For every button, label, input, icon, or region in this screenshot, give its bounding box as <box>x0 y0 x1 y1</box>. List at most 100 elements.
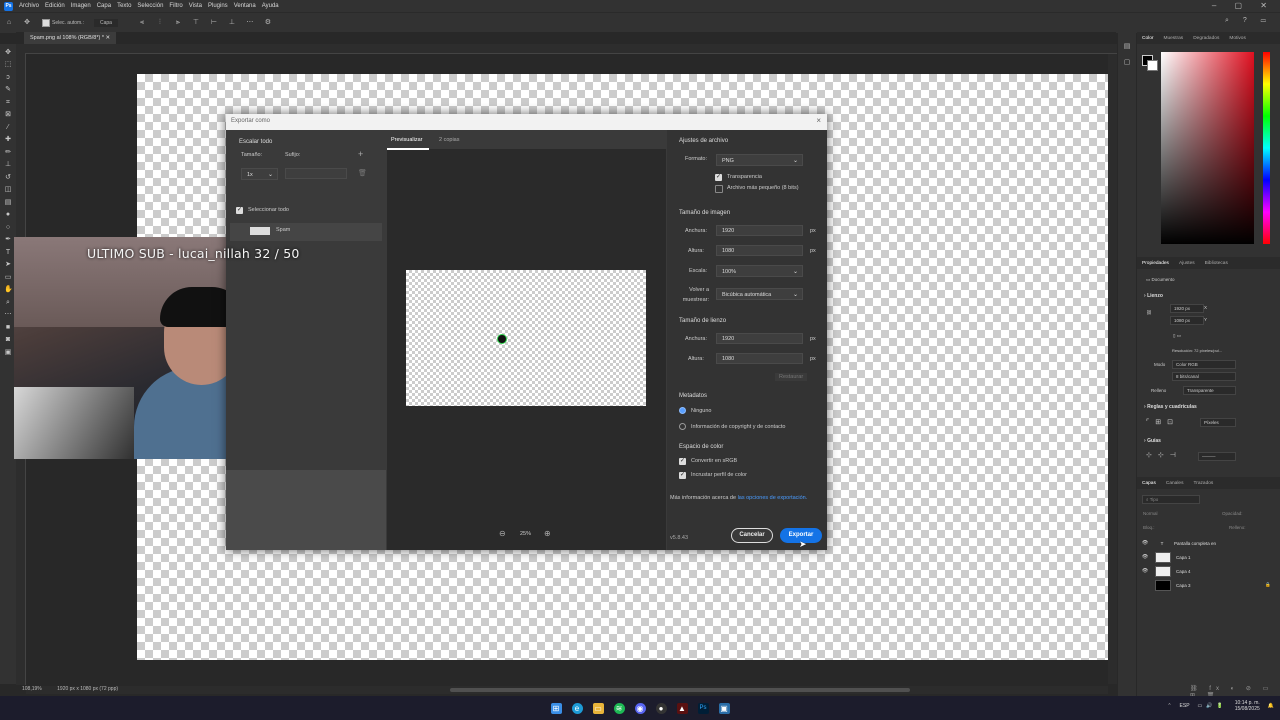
align-middle-icon[interactable]: ⊢ <box>210 19 218 27</box>
guides-section[interactable]: › Guías <box>1144 438 1161 444</box>
tab-swatches[interactable]: Muestras <box>1158 36 1188 41</box>
layer-row[interactable]: 👁 Capa 1 <box>1140 550 1275 564</box>
desktop-app-icon[interactable]: ▣ <box>718 702 730 714</box>
fill-select[interactable]: Transparente <box>1183 386 1236 395</box>
mode-select[interactable]: Color RGB <box>1172 360 1236 369</box>
rulers-grid-section[interactable]: › Reglas y cuadrículas <box>1144 404 1197 410</box>
resample-select[interactable]: Bicúbica automática ⌄ <box>716 288 803 300</box>
delete-scale-icon[interactable]: 🗑 <box>358 169 367 177</box>
lasso-icon[interactable]: ↄ <box>4 74 12 82</box>
tab-color[interactable]: Color <box>1137 36 1158 41</box>
canvas-height-field[interactable]: 1080 px <box>1170 316 1204 325</box>
canvas-width-field[interactable]: 1920 px <box>1170 304 1204 313</box>
screen-mode-icon[interactable]: ▣ <box>4 349 12 357</box>
zoom-icon[interactable]: ⌕ <box>4 299 12 307</box>
tab-channels[interactable]: Canales <box>1161 481 1189 486</box>
menu-plugins[interactable]: Plugins <box>208 3 228 9</box>
stamp-icon[interactable]: ⊥ <box>4 161 12 169</box>
image-height-input[interactable]: 1080 <box>716 245 803 256</box>
blur-icon[interactable]: ● <box>4 211 12 219</box>
tray-chevron-icon[interactable]: ⌃ <box>1167 703 1171 709</box>
settings-gear-icon[interactable]: ⚙ <box>264 19 272 27</box>
tab-patterns[interactable]: Motivos <box>1224 36 1251 41</box>
foreground-color-icon[interactable]: ■ <box>4 324 12 332</box>
menu-seleccion[interactable]: Selección <box>137 3 163 9</box>
tab-copies[interactable]: 2 copias <box>439 137 460 143</box>
eraser-icon[interactable]: ◫ <box>4 186 12 194</box>
tab-libraries[interactable]: Bibliotecas <box>1200 261 1233 266</box>
brush-icon[interactable]: ✏ <box>4 149 12 157</box>
file-explorer-icon[interactable]: ▭ <box>592 702 604 714</box>
convert-srgb-checkbox[interactable]: ✓ <box>679 458 686 465</box>
document-tab[interactable]: Spam.png al 108% (RGB/8*) * ✕ <box>24 32 117 44</box>
hand-icon[interactable]: ✋ <box>4 286 13 294</box>
close-tab-icon[interactable]: ✕ <box>106 35 111 41</box>
obs-icon[interactable]: ● <box>655 702 667 714</box>
guide-icons[interactable]: ⊹⊹⊣ <box>1146 451 1182 459</box>
bit-depth-select[interactable]: 8 bits/canal <box>1172 372 1236 381</box>
horizontal-scroll-thumb[interactable] <box>450 688 910 692</box>
menu-imagen[interactable]: Imagen <box>71 3 91 9</box>
vertical-scrollbar[interactable] <box>1108 54 1117 684</box>
language-indicator[interactable]: ESP <box>1180 703 1190 709</box>
orientation-icons[interactable]: ▯ ▭ <box>1173 333 1181 339</box>
tab-properties[interactable]: Propiedades <box>1137 261 1174 266</box>
dialog-close-icon[interactable]: × <box>816 116 821 125</box>
layer-select-dropdown[interactable]: Capa <box>93 19 118 27</box>
quick-select-icon[interactable]: ✎ <box>4 86 12 94</box>
eyedropper-icon[interactable]: ⁄ <box>4 124 12 132</box>
scale-percent-select[interactable]: 100% ⌄ <box>716 265 803 277</box>
layer-row[interactable]: 👁 Capa 4 <box>1140 564 1275 578</box>
background-swatch[interactable] <box>1147 60 1158 71</box>
type-icon[interactable]: T <box>4 249 12 257</box>
color-field[interactable] <box>1161 52 1254 244</box>
scale-select[interactable]: 1x ⌄ <box>241 168 278 180</box>
auto-select-checkbox[interactable] <box>42 19 50 27</box>
windows-start-icon[interactable]: ⊞ <box>550 702 562 714</box>
more-options-icon[interactable]: ⋯ <box>246 19 254 27</box>
zoom-level[interactable]: 108,19% <box>22 686 42 692</box>
marquee-icon[interactable]: ⬚ <box>4 61 12 69</box>
window-controls[interactable]: – ▢ ✕ <box>1212 1 1275 10</box>
align-right-icon[interactable]: ⫸ <box>174 19 182 27</box>
hue-slider[interactable] <box>1263 52 1270 244</box>
menu-texto[interactable]: Texto <box>117 3 131 9</box>
top-right-icons[interactable]: ⌕ ? ▭ <box>1225 17 1272 25</box>
export-options-link[interactable]: las opciones de exportación. <box>738 495 808 501</box>
align-bottom-icon[interactable]: ⊥ <box>228 19 236 27</box>
spotify-icon[interactable]: ≋ <box>613 702 625 714</box>
smaller-file-checkbox[interactable] <box>715 185 723 193</box>
menu-ventana[interactable]: Ventana <box>234 3 256 9</box>
move-tool-icon[interactable]: ✥ <box>23 19 31 27</box>
tab-preview[interactable]: Previsualizar <box>391 137 422 143</box>
transparency-checkbox[interactable]: ✓ <box>715 174 722 181</box>
tab-gradients[interactable]: Degradados <box>1188 36 1224 41</box>
more-tools-icon[interactable]: ⋯ <box>4 311 12 319</box>
history-icon[interactable]: ▤ <box>1118 42 1136 50</box>
menu-filtro[interactable]: Filtro <box>169 3 182 9</box>
asset-row[interactable]: Spam <box>230 223 382 241</box>
move-icon[interactable]: ✥ <box>4 49 12 57</box>
notification-bell-icon[interactable]: 🔔 <box>1268 703 1274 709</box>
image-width-input[interactable]: 1920 <box>716 225 803 236</box>
visibility-eye-icon[interactable]: 👁 <box>1140 568 1150 574</box>
align-left-icon[interactable]: ⫷ <box>138 19 146 27</box>
menu-vista[interactable]: Vista <box>189 3 202 9</box>
guide-style-select[interactable]: ——— <box>1198 452 1236 461</box>
suffix-input[interactable] <box>285 168 347 179</box>
gradient-icon[interactable]: ▤ <box>4 199 12 207</box>
align-center-icon[interactable]: ⫶ <box>156 19 164 27</box>
clock[interactable]: 10:14 p. m. 15/08/2025 <box>1235 700 1260 712</box>
photoshop-logo-icon[interactable]: Ps <box>4 1 13 11</box>
canvas-section[interactable]: › Lienzo <box>1144 293 1163 299</box>
reset-button[interactable]: Restaurar <box>775 373 808 381</box>
tray-status-icons[interactable]: ▭🔊🔋 <box>1198 703 1227 709</box>
menu-archivo[interactable]: Archivo <box>19 3 39 9</box>
quick-mask-icon[interactable]: ◙ <box>4 336 12 344</box>
edge-browser-icon[interactable]: e <box>571 702 583 714</box>
layer-row[interactable]: 👁 T Pantalla completa en <box>1140 536 1275 550</box>
select-all-checkbox[interactable]: ✓ <box>236 207 243 214</box>
zoom-in-icon[interactable]: ⊕ <box>544 529 551 538</box>
photoshop-taskbar-icon[interactable]: Ps <box>697 702 709 714</box>
visibility-eye-icon[interactable]: 👁 <box>1140 540 1150 546</box>
